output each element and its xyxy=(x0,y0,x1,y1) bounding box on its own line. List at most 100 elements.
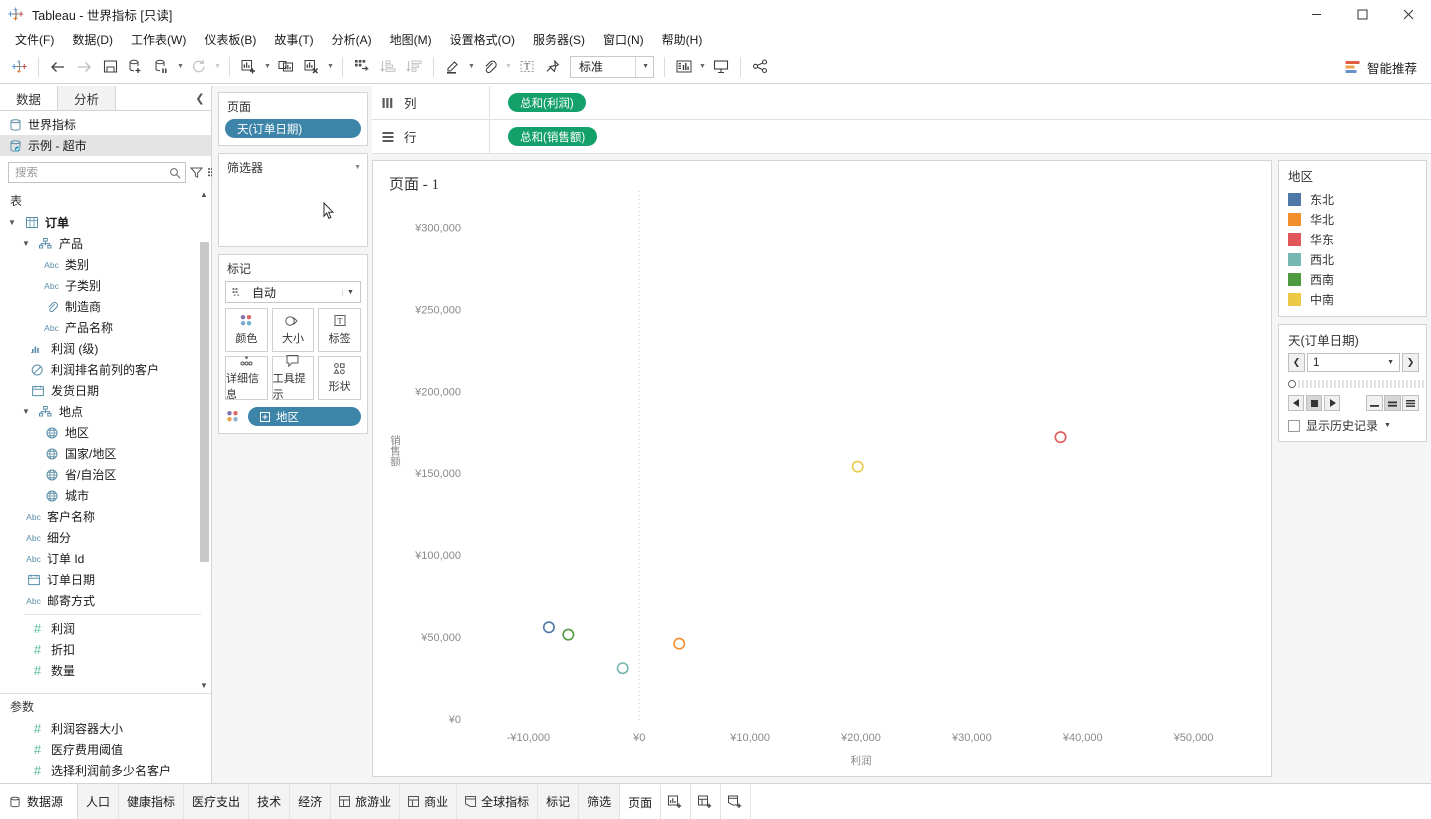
filters-drop-zone[interactable] xyxy=(219,180,367,246)
tableau-home-icon[interactable] xyxy=(6,54,32,80)
highlight-icon[interactable] xyxy=(440,54,466,80)
back-arrow-icon[interactable] xyxy=(45,54,71,80)
maximize-button[interactable] xyxy=(1339,0,1385,28)
scatter-mark[interactable] xyxy=(542,621,555,634)
scatter-mark[interactable] xyxy=(851,460,864,473)
rows-shelf[interactable]: 行 总和(销售额) xyxy=(372,120,1431,154)
marks-pill-region[interactable]: 地区 xyxy=(248,407,361,426)
forward-arrow-icon[interactable] xyxy=(71,54,97,80)
refresh-dropdown-icon[interactable]: ▼ xyxy=(212,54,223,80)
field-row-product-name[interactable]: Abc 产品名称 xyxy=(0,317,211,338)
chevron-down-icon[interactable]: ▼ xyxy=(20,407,32,416)
menu-story[interactable]: 故事(T) xyxy=(265,29,322,50)
speed-fast-icon[interactable] xyxy=(1402,395,1419,411)
field-row-product-hierarchy[interactable]: ▼ 产品 xyxy=(0,233,211,254)
field-row-order-date[interactable]: 订单日期 xyxy=(0,569,211,590)
legend-item-huabei[interactable]: 华北 xyxy=(1288,209,1419,229)
field-row-city[interactable]: 城市 xyxy=(0,485,211,506)
page-slider-track[interactable] xyxy=(1297,379,1427,389)
pages-pill-order-date[interactable]: 天(订单日期) xyxy=(225,119,361,138)
scatter-mark[interactable] xyxy=(562,628,575,641)
field-row-quantity[interactable]: # 数量 xyxy=(0,660,211,681)
fix-axes-icon[interactable] xyxy=(540,54,566,80)
menu-worksheet[interactable]: 工作表(W) xyxy=(122,29,195,50)
field-list[interactable]: 表 ▼ 订单 ▼ 产品 Abc 类别 Abc 子类别 制造商 Abc 产品名称 … xyxy=(0,188,211,693)
sheet-tab-medical-spending[interactable]: 医疗支出 xyxy=(184,784,250,819)
scatter-mark[interactable] xyxy=(616,662,629,675)
new-dashboard-button[interactable] xyxy=(691,784,722,819)
legend-item-dongbei[interactable]: 东北 xyxy=(1288,189,1419,209)
speed-slow-icon[interactable] xyxy=(1366,395,1383,411)
filter-funnel-icon[interactable] xyxy=(190,162,203,183)
sheet-tab-population[interactable]: 人口 xyxy=(78,784,120,819)
speed-medium-icon[interactable] xyxy=(1384,395,1401,411)
field-row-ship-date[interactable]: 发货日期 xyxy=(0,380,211,401)
field-row-subcategory[interactable]: Abc 子类别 xyxy=(0,275,211,296)
stop-icon[interactable] xyxy=(1306,395,1322,411)
new-data-source-icon[interactable] xyxy=(123,54,149,80)
marks-detail-button[interactable]: 详细信息 xyxy=(225,356,268,401)
sheet-tab-tourism[interactable]: 旅游业 xyxy=(331,784,401,819)
parameter-row-health-threshold[interactable]: # 医疗费用阈值 xyxy=(0,739,211,760)
fit-dropdown[interactable]: 标准 ▼ xyxy=(570,55,654,78)
swap-rows-columns-icon[interactable] xyxy=(349,54,375,80)
columns-pill-sum-profit[interactable]: 总和(利润) xyxy=(508,93,586,112)
marks-shape-button[interactable]: 形状 xyxy=(318,356,361,400)
dashboard-dropdown-icon[interactable]: ▼ xyxy=(697,54,708,80)
highlight-dropdown-icon[interactable]: ▼ xyxy=(466,54,477,80)
clear-sheet-dropdown-icon[interactable]: ▼ xyxy=(325,54,336,80)
chevron-down-icon[interactable]: ▼ xyxy=(354,164,361,171)
chevron-down-icon[interactable]: ▼ xyxy=(1384,422,1391,429)
datasource-world-indicators[interactable]: 世界指标 xyxy=(0,114,211,135)
field-row-order-id[interactable]: Abc 订单 Id xyxy=(0,548,211,569)
marks-size-button[interactable]: 大小 xyxy=(271,308,315,352)
marks-label-button[interactable]: T 标签 xyxy=(318,308,361,352)
rows-pill-sum-sales[interactable]: 总和(销售额) xyxy=(508,127,598,146)
menu-window[interactable]: 窗口(N) xyxy=(594,29,653,50)
new-story-button[interactable] xyxy=(721,784,752,819)
page-next-button[interactable]: ❯ xyxy=(1402,353,1419,372)
field-row-manufacturer[interactable]: 制造商 xyxy=(0,296,211,317)
menu-file[interactable]: 文件(F) xyxy=(6,29,63,50)
field-row-ship-mode[interactable]: Abc 邮寄方式 xyxy=(0,590,211,611)
duplicate-sheet-icon[interactable] xyxy=(273,54,299,80)
sheet-tab-pages[interactable]: 页面 xyxy=(620,784,662,819)
field-row-region[interactable]: 地区 xyxy=(0,422,211,443)
save-icon[interactable] xyxy=(97,54,123,80)
sheet-tab-economy[interactable]: 经济 xyxy=(290,784,332,819)
share-icon[interactable] xyxy=(747,54,773,80)
play-back-icon[interactable] xyxy=(1288,395,1304,411)
mark-type-dropdown[interactable]: 自动 ▼ xyxy=(225,281,361,303)
plus-box-icon[interactable] xyxy=(260,411,270,422)
show-dashboard-icon[interactable] xyxy=(671,54,697,80)
new-worksheet-button[interactable] xyxy=(661,784,692,819)
sheet-tab-global-indicators[interactable]: 全球指标 xyxy=(457,784,539,819)
field-row-category[interactable]: Abc 类别 xyxy=(0,254,211,275)
sort-descending-icon[interactable] xyxy=(401,54,427,80)
parameter-row-top-n-customers[interactable]: # 选择利润前多少名客户 xyxy=(0,760,211,781)
data-source-tab[interactable]: 数据源 xyxy=(0,784,79,819)
chevron-left-icon[interactable]: ❮ xyxy=(189,86,211,110)
show-me-button[interactable]: 智能推荐 xyxy=(1339,54,1423,80)
field-row-profit-bin[interactable]: 利润 (级) xyxy=(0,338,211,359)
scatter-mark[interactable] xyxy=(1054,431,1067,444)
columns-shelf[interactable]: 列 总和(利润) xyxy=(372,86,1431,120)
datasource-sample-superstore[interactable]: 示例 - 超市 xyxy=(0,135,211,156)
page-slider[interactable] xyxy=(1288,377,1424,391)
group-dropdown-icon[interactable]: ▼ xyxy=(503,54,514,80)
sheet-tab-filter[interactable]: 筛选 xyxy=(579,784,621,819)
pause-data-updates-icon[interactable] xyxy=(149,54,175,80)
legend-item-xibei[interactable]: 西北 xyxy=(1288,249,1419,269)
menu-dashboard[interactable]: 仪表板(B) xyxy=(195,29,265,50)
new-worksheet-icon[interactable] xyxy=(236,54,262,80)
legend-item-zhongnan[interactable]: 中南 xyxy=(1288,289,1419,309)
sort-ascending-icon[interactable] xyxy=(375,54,401,80)
field-row-profit[interactable]: # 利润 xyxy=(0,618,211,639)
search-box[interactable] xyxy=(8,162,186,183)
menu-format[interactable]: 设置格式(O) xyxy=(441,29,524,50)
close-button[interactable] xyxy=(1385,0,1431,28)
field-list-scrollbar[interactable] xyxy=(200,206,209,675)
field-row-orders[interactable]: ▼ 订单 xyxy=(0,212,211,233)
show-mark-labels-icon[interactable]: T xyxy=(514,54,540,80)
minimize-button[interactable] xyxy=(1293,0,1339,28)
